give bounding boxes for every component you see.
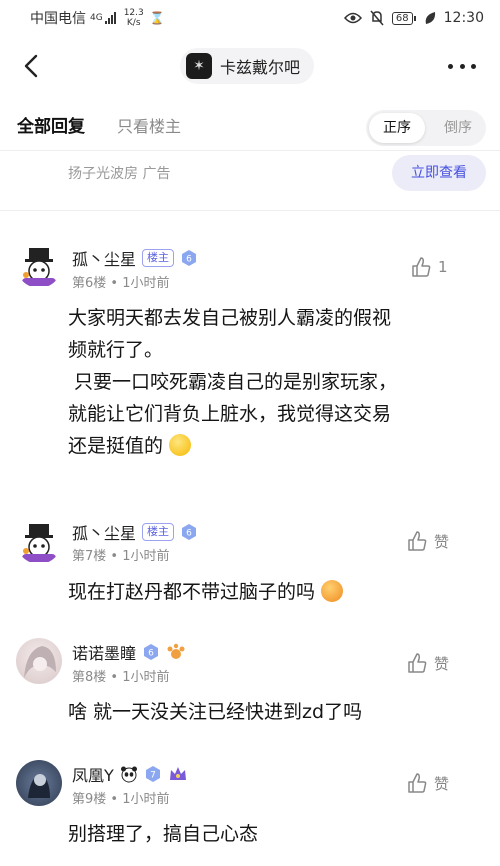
content-line: 就能让它们背负上脏水，我觉得这交易 — [68, 403, 392, 425]
drooling-emoji-icon — [321, 580, 344, 602]
like-label: 赞 — [434, 532, 450, 551]
battery-icon: 68 — [391, 11, 416, 25]
username[interactable]: 孤丶尘星 — [72, 246, 136, 270]
avatar[interactable] — [16, 760, 62, 806]
svg-text:6: 6 — [186, 255, 192, 265]
forum-chip[interactable]: ✶ 卡兹戴尔吧 — [180, 48, 315, 84]
thumbs-up-icon — [408, 653, 427, 673]
more-options-icon[interactable] — [448, 56, 476, 76]
owner-badge: 楼主 — [142, 249, 175, 267]
sort-desc-option[interactable]: 倒序 — [444, 110, 472, 146]
reply-tabs: 全部回复 只看楼主 正序 倒序 — [0, 104, 500, 150]
sort-asc-option[interactable]: 正序 — [369, 113, 425, 143]
post-content: 大家明天都去发自己被别人霸凌的假视 频就行了。 只要一口咬死霸凌自己的是别家玩家… — [68, 302, 488, 462]
like-label: 赞 — [434, 774, 450, 793]
svg-text:6: 6 — [148, 649, 154, 659]
like-button[interactable]: 赞 — [406, 652, 449, 674]
level-badge-icon: 6 — [182, 524, 197, 540]
network-type: 4G — [90, 12, 103, 23]
level-badge-icon: 7 — [145, 766, 160, 782]
username[interactable]: 诺诺墨瞳 — [72, 640, 136, 664]
svg-text:7: 7 — [150, 771, 156, 781]
paw-badge-icon — [167, 643, 185, 659]
post-content: 现在打赵丹都不带过脑子的吗 — [68, 576, 488, 608]
post-meta: 第8楼 • 1小时前 — [72, 670, 170, 685]
thumbs-up-icon — [408, 773, 427, 793]
post-content: 啥 就一天没关注已经快进到zd了吗 — [68, 701, 363, 723]
carrier-label: 中国电信 — [30, 11, 86, 27]
like-button[interactable]: 赞 — [406, 530, 449, 552]
like-button[interactable]: 赞 — [406, 772, 449, 794]
username-row: 孤丶尘星 楼主 6 — [72, 246, 198, 270]
avatar[interactable] — [16, 638, 62, 684]
ad-label: 扬子光波房 广告 — [68, 166, 171, 182]
thumbs-up-icon — [408, 531, 427, 551]
forum-avatar: ✶ — [186, 53, 212, 79]
chevron-left-icon — [24, 54, 38, 78]
like-label: 赞 — [434, 654, 450, 673]
content-line: 只要一口咬死霸凌自己的是别家玩家， — [68, 371, 398, 393]
content-line: 频就行了。 — [68, 339, 164, 361]
signal-icon — [104, 12, 116, 24]
username-row: 凤凰Y 7 — [72, 762, 188, 786]
network-speed: 12.3 K/s — [123, 8, 144, 28]
mute-bell-icon — [370, 10, 384, 26]
top-bar: ✶ 卡兹戴尔吧 — [0, 40, 500, 92]
username-row: 孤丶尘星 楼主 6 — [72, 520, 198, 544]
like-count: 1 — [438, 258, 448, 276]
panda-icon — [120, 766, 137, 783]
status-bar: 中国电信 4G 12.3 K/s ⌛ 68 12:30 — [0, 0, 500, 36]
avatar[interactable] — [16, 518, 62, 564]
back-button[interactable] — [18, 50, 46, 82]
divider — [0, 210, 500, 222]
crown-badge-icon — [169, 767, 186, 780]
post-meta: 第7楼 • 1小时前 — [72, 549, 170, 564]
eye-icon — [343, 12, 362, 24]
tab-owner-only[interactable]: 只看楼主 — [117, 113, 181, 137]
leaf-icon — [425, 12, 435, 24]
post-content: 别搭理了，搞自己心态 — [68, 823, 259, 845]
ad-view-button[interactable]: 立即查看 — [392, 155, 486, 191]
clock: 12:30 — [443, 10, 484, 26]
post-meta: 第6楼 • 1小时前 — [72, 276, 170, 291]
like-button[interactable]: 1 — [410, 256, 448, 278]
avatar[interactable] — [16, 242, 62, 288]
svg-text:6: 6 — [186, 529, 192, 539]
smile-emoji-icon — [169, 434, 192, 456]
thumbs-up-icon — [412, 257, 431, 277]
content-line: 大家明天都去发自己被别人霸凌的假视 — [68, 307, 392, 329]
tab-all-replies[interactable]: 全部回复 — [17, 112, 85, 137]
content-line-with-emoji: 还是挺值的 — [68, 430, 488, 462]
username[interactable]: 凤凰Y — [72, 762, 114, 786]
sort-toggle[interactable]: 正序 倒序 — [366, 110, 486, 146]
level-badge-icon: 6 — [182, 250, 197, 266]
forum-name: 卡兹戴尔吧 — [220, 58, 301, 77]
post-meta: 第9楼 • 1小时前 — [72, 792, 170, 807]
level-badge-icon: 6 — [144, 644, 159, 660]
ad-banner: 扬子光波房 广告 立即查看 — [0, 150, 500, 212]
owner-badge: 楼主 — [142, 523, 175, 541]
hourglass-icon: ⌛ — [149, 11, 165, 25]
username-row: 诺诺墨瞳 6 — [72, 640, 186, 664]
username[interactable]: 孤丶尘星 — [72, 520, 136, 544]
